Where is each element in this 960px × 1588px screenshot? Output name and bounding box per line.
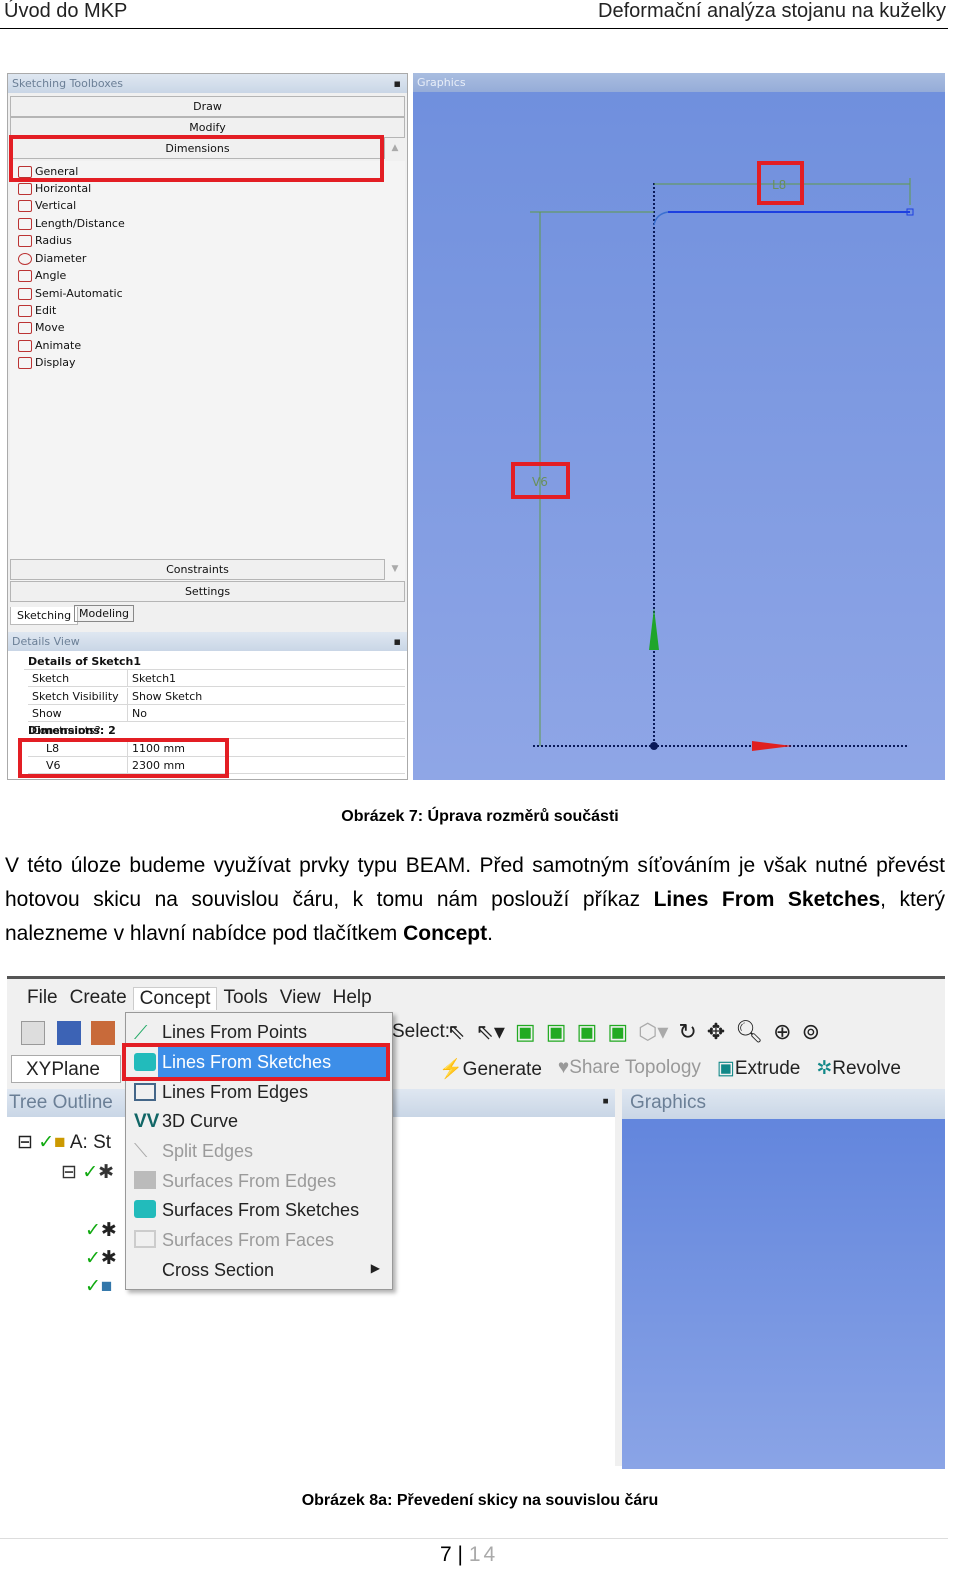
menu-item-lines-from-points[interactable]: Lines From Points: [162, 1018, 307, 1046]
select-label: Select:: [392, 1021, 451, 1042]
pan-icon[interactable]: ✥: [707, 1019, 725, 1045]
menubar: File Create Concept Tools View Help: [21, 987, 378, 1010]
menu-item-surfaces-from-edges[interactable]: Surfaces From Edges: [162, 1167, 336, 1195]
menu-tools[interactable]: Tools: [217, 987, 273, 1010]
footer-rule: [0, 1538, 948, 1539]
lines-from-edges-icon: [134, 1083, 156, 1101]
zoom-icon[interactable]: 🔍︎: [735, 1019, 763, 1045]
graphics-title: Graphics: [622, 1089, 945, 1119]
dimension-label-v6: V6: [532, 475, 548, 489]
rotate-icon[interactable]: ↻: [678, 1019, 696, 1045]
x-axis-arrow-icon: [752, 741, 792, 751]
dimension-label-l8: L8: [772, 178, 786, 192]
tree-node-plane[interactable]: ⊟ ✓✱: [61, 1161, 114, 1184]
revolve-icon: ✲: [816, 1058, 833, 1079]
select-face-icon[interactable]: ▣: [577, 1019, 598, 1045]
menu-concept[interactable]: Concept: [132, 987, 218, 1010]
menu-help[interactable]: Help: [327, 987, 378, 1010]
select-mode-icon[interactable]: ⇖▾: [475, 1019, 504, 1045]
new-icon[interactable]: [21, 1021, 45, 1045]
heart-icon: ♥: [557, 1057, 570, 1078]
sketch-drawing: L8 V6: [511, 161, 914, 751]
menu-item-cross-section[interactable]: Cross Section: [162, 1256, 274, 1284]
select-edge-icon[interactable]: ▣: [546, 1019, 567, 1045]
menu-item-3d-curve[interactable]: 3D Curve: [162, 1107, 238, 1135]
save-icon[interactable]: [57, 1021, 81, 1045]
select-point-icon[interactable]: ⇖: [447, 1019, 465, 1045]
figure7-caption: Obrázek 7: Úprava rozměrů součásti: [341, 808, 619, 825]
menu-file[interactable]: File: [21, 987, 64, 1010]
tree-node-plane[interactable]: ✓✱: [85, 1219, 117, 1242]
feature-toolbar: ⚡Generate ♥Share Topology ▣Extrude ✲Revo…: [439, 1057, 901, 1081]
submenu-arrow-icon: ▶: [370, 1261, 380, 1275]
select-vertex-icon[interactable]: ▣: [515, 1019, 536, 1045]
pin-icon[interactable]: ▪: [602, 1091, 609, 1113]
folder-icon: ■: [54, 1132, 66, 1153]
extrude-icon: ▣: [716, 1058, 735, 1079]
menu-item-surfaces-from-faces[interactable]: Surfaces From Faces: [162, 1226, 334, 1254]
share-topology-button[interactable]: ♥Share Topology: [558, 1057, 701, 1081]
body-paragraph: V této úloze budeme využívat prvky typu …: [5, 854, 945, 945]
origin-point: [650, 742, 658, 750]
revolve-button[interactable]: ✲Revolve: [816, 1057, 901, 1081]
check-icon: ✓: [38, 1132, 55, 1153]
highlight-box-lines-from-sketches: [122, 1043, 390, 1081]
generate-button[interactable]: ⚡Generate: [439, 1057, 542, 1081]
tree-node-plane[interactable]: ✓✱: [85, 1247, 117, 1270]
y-axis-arrow-icon: [649, 608, 659, 650]
3d-curve-icon: VV: [134, 1111, 160, 1132]
menu-view[interactable]: View: [274, 987, 327, 1010]
split-edges-icon: ⟍: [134, 1141, 148, 1162]
menu-create[interactable]: Create: [64, 987, 133, 1010]
lines-from-points-icon: ⟋: [134, 1023, 148, 1044]
menu-item-split-edges[interactable]: Split Edges: [162, 1137, 253, 1165]
plane-selector[interactable]: XYPlane: [11, 1055, 121, 1083]
selection-toolbar: ⇖ ⇖▾ ▣ ▣ ▣ ▣ ⬡▾ ↻ ✥ 🔍︎ ⊕ ⊚: [447, 1019, 820, 1045]
lightning-icon: ⚡: [439, 1059, 463, 1080]
surfaces-from-sketches-icon: [134, 1200, 156, 1218]
graphics-view[interactable]: Graphics: [622, 1089, 945, 1469]
menu-item-lines-from-edges[interactable]: Lines From Edges: [162, 1078, 308, 1106]
page-number: 7 | 14: [440, 1543, 499, 1566]
menu-item-surfaces-from-sketches[interactable]: Surfaces From Sketches: [162, 1196, 359, 1224]
extend-icon[interactable]: ⬡▾: [638, 1019, 668, 1045]
select-body-icon[interactable]: ▣: [607, 1019, 628, 1045]
tree-root[interactable]: ⊟ ✓■ A: St: [17, 1131, 111, 1154]
save-as-icon[interactable]: [91, 1021, 115, 1045]
zoom-in-icon[interactable]: ⊕: [773, 1019, 791, 1045]
sketch-fillet: [653, 211, 669, 226]
zoom-fit-icon[interactable]: ⊚: [802, 1019, 820, 1045]
tree-node-body[interactable]: ✓■: [85, 1275, 112, 1298]
figure8-caption: Obrázek 8a: Převedení skicy na souvislou…: [301, 1492, 659, 1509]
extrude-button[interactable]: ▣Extrude: [717, 1057, 800, 1081]
surfaces-from-faces-icon: [134, 1230, 156, 1248]
surfaces-from-edges-icon: [134, 1171, 156, 1189]
collapse-icon[interactable]: ⊟: [17, 1132, 33, 1153]
